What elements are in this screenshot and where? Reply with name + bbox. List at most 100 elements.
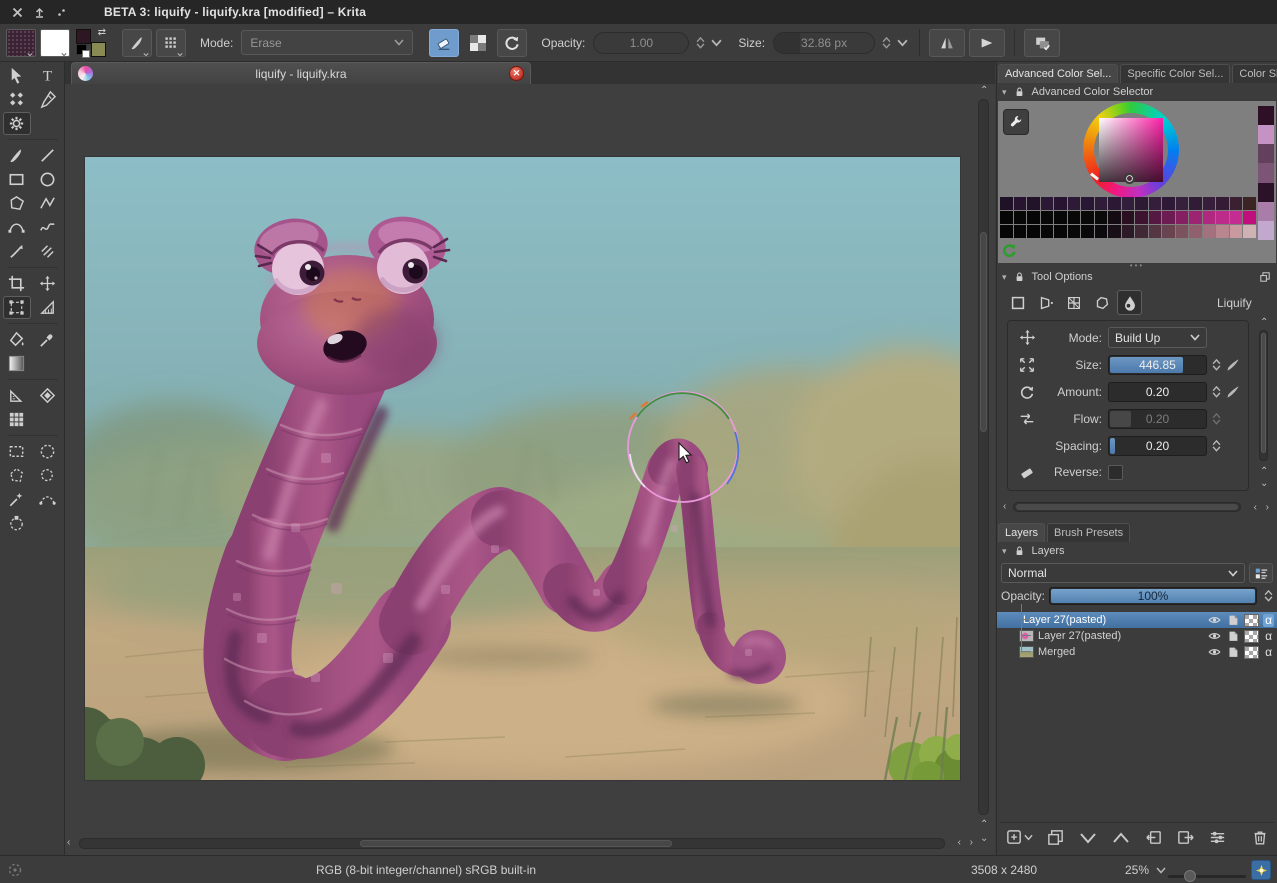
duplicate-layer-button[interactable] (1046, 828, 1065, 847)
history-swatch[interactable] (1216, 197, 1229, 210)
lock-icon[interactable] (1013, 544, 1026, 558)
size-pressure-button[interactable] (1222, 357, 1244, 373)
document-tab[interactable]: liquify - liquify.kra ✕ (71, 62, 531, 84)
size-spin[interactable] (1210, 359, 1222, 371)
history-swatch[interactable] (1135, 225, 1148, 238)
inherit-alpha-icon[interactable]: α (1263, 614, 1274, 627)
default-white-swatch[interactable] (82, 50, 90, 58)
history-swatch[interactable] (1000, 225, 1013, 238)
selection-mode-icon[interactable] (7, 862, 23, 878)
size-spinner[interactable] (882, 37, 891, 49)
layer-blend-mode-dropdown[interactable]: Normal (1001, 563, 1245, 583)
history-swatch[interactable] (1230, 211, 1243, 224)
window-shade-button[interactable] (30, 3, 48, 21)
eye-icon[interactable] (1207, 629, 1222, 643)
history-swatch[interactable] (1149, 197, 1162, 210)
tab-layers[interactable]: Layers (998, 523, 1045, 542)
size-options-chevron[interactable] (897, 39, 908, 47)
tool-polygon[interactable] (3, 192, 31, 215)
alpha-checker-thumbnail[interactable] (1244, 614, 1259, 627)
tool-magnetic-select[interactable] (3, 512, 31, 535)
history-swatch[interactable] (1041, 211, 1054, 224)
eye-icon[interactable] (1207, 645, 1222, 659)
amount-spin[interactable] (1210, 386, 1222, 398)
tool-options-vscrollbar[interactable]: ⌃ ⌃ ⌄ (1258, 318, 1270, 489)
history-swatch[interactable] (1108, 197, 1121, 210)
flow-spin[interactable] (1210, 413, 1222, 425)
scroll-left-icon[interactable]: ‹ (1003, 502, 1006, 512)
tool-polyline[interactable] (34, 192, 62, 215)
history-swatch[interactable] (1054, 211, 1067, 224)
history-swatch[interactable] (1243, 197, 1256, 210)
tool-pattern-edit[interactable] (3, 112, 31, 135)
history-swatch[interactable] (1108, 225, 1121, 238)
tool-transform[interactable] (3, 296, 31, 319)
scroll-left-icon[interactable]: ‹ (958, 838, 961, 848)
hscroll-thumb[interactable] (1016, 504, 1238, 510)
horizontal-scroll-track[interactable] (79, 838, 945, 849)
shade-swatch[interactable] (1258, 221, 1274, 240)
tab-specific-color-selector[interactable]: Specific Color Sel... (1120, 64, 1230, 83)
history-swatch[interactable] (1203, 225, 1216, 238)
advanced-color-selector[interactable] (998, 101, 1276, 263)
size-slider[interactable]: 32.86 px (773, 32, 875, 54)
color-selector-settings-button[interactable] (1003, 109, 1029, 135)
zoom-level-dropdown[interactable]: 25% (1125, 863, 1166, 877)
reverse-checkbox[interactable] (1108, 465, 1123, 480)
history-swatch[interactable] (1176, 197, 1189, 210)
color-marker[interactable] (1124, 173, 1135, 184)
scroll-right-icon[interactable]: › (1266, 503, 1269, 513)
liquify-flow-slider[interactable]: 0.20 (1108, 409, 1207, 429)
history-swatch[interactable] (1014, 197, 1027, 210)
history-swatch[interactable] (1068, 197, 1081, 210)
tool-bezier-curve[interactable] (3, 216, 31, 239)
history-swatch[interactable] (1014, 225, 1027, 238)
zoom-slider[interactable] (1168, 875, 1246, 878)
history-swatch[interactable] (1230, 225, 1243, 238)
scroll-up-icon[interactable]: ⌃ (980, 86, 988, 96)
canvas-horizontal-scrollbar[interactable]: ‹ ‹ › (67, 836, 975, 851)
alpha-checker-thumbnail[interactable] (1244, 646, 1259, 659)
tool-ellipse[interactable] (34, 168, 62, 191)
history-swatch[interactable] (1041, 197, 1054, 210)
history-swatch[interactable] (1176, 225, 1189, 238)
history-swatch[interactable] (1041, 225, 1054, 238)
vertical-mirror-button[interactable] (969, 29, 1005, 57)
eye-icon[interactable] (1207, 613, 1222, 627)
history-swatch[interactable] (1162, 211, 1175, 224)
history-swatch[interactable] (1081, 211, 1094, 224)
tool-crop[interactable] (3, 272, 31, 295)
history-swatch[interactable] (1216, 225, 1229, 238)
tab-color-sliders[interactable]: Color Sli... (1232, 64, 1277, 83)
opacity-options-chevron[interactable] (711, 39, 722, 47)
fill-pattern-button[interactable]: ⌄ (156, 29, 186, 57)
collapse-triangle-icon[interactable]: ▾ (1002, 87, 1007, 98)
free-transform-mode-button[interactable] (1005, 290, 1030, 315)
tool-freehand-brush[interactable] (3, 144, 31, 167)
tool-text[interactable]: T (34, 64, 62, 87)
opacity-spin[interactable] (1264, 590, 1273, 602)
add-layer-button[interactable] (1005, 828, 1033, 847)
history-swatch[interactable] (1149, 211, 1162, 224)
tool-gradient[interactable] (3, 352, 31, 375)
move-layer-down-button[interactable] (1078, 831, 1098, 845)
history-swatch[interactable] (1000, 197, 1013, 210)
layer-style-icon[interactable] (1226, 629, 1240, 643)
vscroll-thumb[interactable] (1261, 333, 1266, 453)
horizontal-scroll-thumb[interactable] (360, 840, 672, 847)
foreground-background-colors[interactable]: ⇄ (74, 29, 108, 57)
lock-icon[interactable] (1013, 85, 1026, 99)
brush-preset-chooser-button[interactable]: ⌄ (122, 29, 152, 57)
tool-freehand-select[interactable] (34, 464, 62, 487)
history-swatch[interactable] (1203, 197, 1216, 210)
history-swatch[interactable] (1095, 225, 1108, 238)
reload-original-preset-button[interactable] (497, 29, 527, 57)
liquify-scale-button[interactable] (1012, 356, 1042, 374)
history-swatch[interactable] (1054, 197, 1067, 210)
history-swatch[interactable] (1054, 225, 1067, 238)
foreground-color-swatch[interactable] (76, 29, 91, 44)
layer-view-options-button[interactable] (1249, 563, 1273, 583)
scroll-left-icon[interactable]: ‹ (1254, 503, 1257, 513)
background-color-swatch[interactable] (91, 42, 106, 57)
document-tab-close-button[interactable]: ✕ (509, 66, 524, 81)
